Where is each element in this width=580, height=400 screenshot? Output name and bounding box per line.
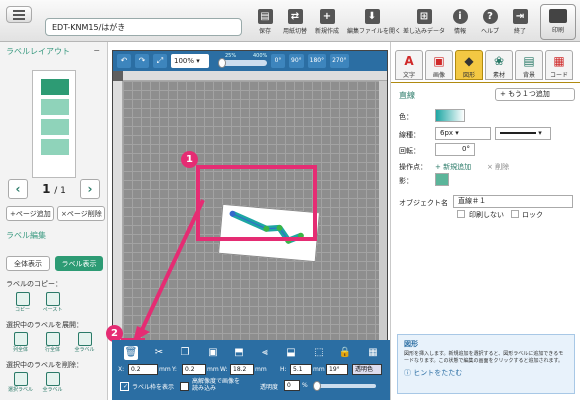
rotation-label: 回転： xyxy=(399,147,420,155)
right-panel: A 文字 ▣ 画像 ◆ 図形 ❀ 素材 ▤ 背景 ▦ コード 直線 + もう１つ追加 色： … xyxy=(390,42,580,400)
tab-background[interactable]: ▤ 背景 xyxy=(515,50,543,80)
paste-object-icon[interactable]: ▣ xyxy=(206,346,220,360)
image-icon: ▣ xyxy=(433,54,445,68)
text-icon: A xyxy=(404,54,414,68)
tab-shape[interactable]: ◆ 図形 xyxy=(455,50,483,80)
shape-icon: ◆ xyxy=(464,54,474,68)
tab-material[interactable]: ❀ 素材 xyxy=(485,50,513,80)
color-swatch[interactable] xyxy=(435,109,465,122)
layer-icon[interactable]: ▦ xyxy=(366,346,380,360)
lock-label: ロック xyxy=(522,211,543,219)
tool-tabs: A 文字 ▣ 画像 ◆ 図形 ❀ 素材 ▤ 背景 ▦ コード xyxy=(395,50,577,82)
hires-label: 高解像度で画像を読み込み xyxy=(192,378,241,392)
hires-checkbox[interactable] xyxy=(180,382,189,391)
tab-text[interactable]: A 文字 xyxy=(395,50,423,80)
tab-image[interactable]: ▣ 画像 xyxy=(425,50,453,80)
cut-icon[interactable]: ✂ xyxy=(152,346,166,360)
delete-point-button[interactable]: × 削除 xyxy=(487,162,509,172)
line-width-label: 線種： xyxy=(399,131,420,139)
opacity-label: 透明度 xyxy=(260,384,279,391)
object-toolbar: 🗑 ✂ ❐ ▣ ⬒ ⫷ ⬓ ⬚ 🔒 ▦ X: 0.2 mm Y: 0.2 mm … xyxy=(112,340,390,400)
x-field[interactable]: 0.2 xyxy=(128,364,158,375)
opacity-slider-handle[interactable] xyxy=(313,381,321,391)
line-style-select[interactable]: ▾ xyxy=(495,127,551,140)
line-width-select[interactable]: 6px ▾ xyxy=(435,127,491,140)
align-icon[interactable]: ⫷ xyxy=(258,346,272,360)
shadow-swatch[interactable] xyxy=(435,173,449,186)
height-field[interactable]: 5.1 xyxy=(290,364,312,375)
lock-checkbox[interactable] xyxy=(511,210,519,218)
tab-divider xyxy=(391,82,580,83)
code-icon: ▦ xyxy=(553,54,565,68)
lock-icon[interactable]: 🔒 xyxy=(338,346,352,360)
opacity-field[interactable]: 0 xyxy=(284,380,300,391)
hint-title: 図形 xyxy=(404,340,418,348)
shadow-label: 影： xyxy=(399,177,413,185)
info-circle-icon: ⓘ xyxy=(404,369,411,377)
add-another-button[interactable]: + もう１つ追加 xyxy=(495,88,575,101)
transparent-color-button[interactable]: 透明色 xyxy=(352,364,382,375)
copy-object-icon[interactable]: ❐ xyxy=(178,346,192,360)
no-print-checkbox[interactable] xyxy=(457,210,465,218)
hint-text: 図形を挿入します。新規追加を選択すると、図形ラベルに追加できるモードなります。こ… xyxy=(404,351,564,364)
group-icon[interactable]: ⬚ xyxy=(312,346,326,360)
object-name-label: オブジェクト名 xyxy=(399,199,448,207)
object-name-input[interactable]: 直線＃１ xyxy=(453,195,573,208)
section-title: 直線 xyxy=(399,91,415,100)
add-point-button[interactable]: + 新規追加 xyxy=(435,162,471,172)
material-icon: ❀ xyxy=(493,54,505,68)
send-back-icon[interactable]: ⬓ xyxy=(284,346,298,360)
hide-hint-button[interactable]: ⓘ ヒントをたたむ xyxy=(404,368,568,378)
rotation-field[interactable]: 19° xyxy=(326,364,348,375)
y-field[interactable]: 0.2 xyxy=(182,364,206,375)
points-label: 操作点： xyxy=(399,163,427,171)
show-frame-label: ラベル枠を表示 xyxy=(132,384,175,391)
step-marker-1: 1 xyxy=(181,151,198,168)
bring-front-icon[interactable]: ⬒ xyxy=(232,346,246,360)
hint-box: 図形 図形を挿入します。新規追加を選択すると、図形ラベルに追加できるモードなりま… xyxy=(397,334,575,394)
width-field[interactable]: 18.2 xyxy=(230,364,254,375)
opacity-slider[interactable] xyxy=(313,381,376,391)
background-icon: ▤ xyxy=(523,54,535,68)
tab-code[interactable]: ▦ コード xyxy=(545,50,573,80)
trash-icon[interactable]: 🗑 xyxy=(124,346,138,360)
show-frame-checkbox[interactable]: ✓ xyxy=(120,382,129,391)
rotation-input[interactable]: 0° xyxy=(435,143,475,156)
color-label: 色： xyxy=(399,113,413,121)
no-print-label: 印刷しない xyxy=(469,211,504,219)
